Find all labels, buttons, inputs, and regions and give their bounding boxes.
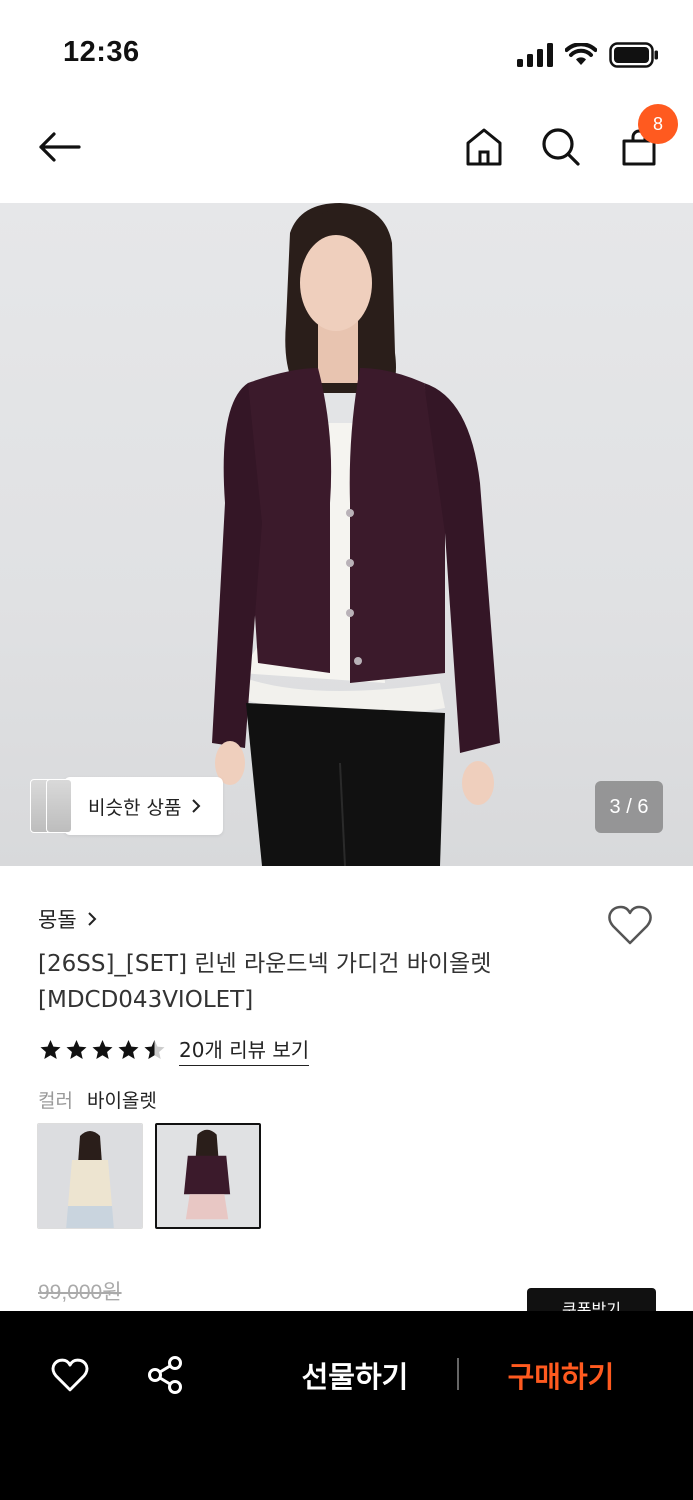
- similar-products-pill: 비슷한 상품: [64, 777, 224, 835]
- brand-link[interactable]: 몽돌: [38, 904, 97, 934]
- heart-icon: [608, 905, 652, 945]
- chevron-right-icon: [87, 912, 97, 926]
- status-icons: [517, 40, 659, 70]
- share-button[interactable]: [143, 1353, 187, 1397]
- star-icon: [92, 1040, 113, 1059]
- star-half-icon: [144, 1040, 165, 1059]
- search-button[interactable]: [536, 122, 586, 172]
- back-arrow-icon: [39, 132, 81, 162]
- model-photo: [212, 203, 500, 866]
- similar-products-label: 비슷한 상품: [88, 796, 182, 819]
- color-swatches: [37, 1123, 261, 1229]
- buy-button[interactable]: 구매하기: [486, 1347, 636, 1403]
- similar-products-button[interactable]: 비슷한 상품: [30, 777, 224, 835]
- bottom-wishlist-button[interactable]: [48, 1353, 92, 1397]
- product-image-carousel[interactable]: [0, 203, 693, 866]
- gift-button[interactable]: 선물하기: [280, 1347, 430, 1403]
- wishlist-button[interactable]: [606, 902, 654, 950]
- star-icon: [66, 1040, 87, 1059]
- status-bar: 12:36: [0, 0, 693, 100]
- back-button[interactable]: [34, 122, 84, 172]
- rating-row: 20개 리뷰 보기: [38, 1034, 310, 1066]
- color-swatch-violet[interactable]: [155, 1123, 261, 1229]
- similar-thumbnail: [46, 779, 72, 833]
- image-page-indicator: 3 / 6: [595, 781, 663, 833]
- cart-count-badge: 8: [638, 104, 678, 144]
- color-swatch-ivory[interactable]: [37, 1123, 143, 1229]
- share-icon: [148, 1356, 182, 1394]
- search-icon: [542, 128, 580, 166]
- rating-stars: [38, 1038, 167, 1062]
- bottom-bar-divider: [457, 1358, 459, 1390]
- bottom-action-bar: 선물하기 구매하기: [0, 1311, 693, 1500]
- product-title: [26SS]_[SET] 린넨 라운드넥 가디건 바이올렛 [MDCD043VI…: [38, 946, 598, 1018]
- product-title-line1: [26SS]_[SET] 린넨 라운드넥 가디건 바이올렛: [38, 951, 492, 977]
- home-icon: [466, 128, 502, 166]
- star-icon: [40, 1040, 61, 1059]
- top-nav: [0, 100, 693, 203]
- status-time: 12:36: [63, 36, 140, 68]
- battery-icon: [609, 42, 658, 68]
- color-row: 컬러 바이올렛: [38, 1086, 157, 1113]
- swatch-thumbnail: [157, 1125, 259, 1227]
- color-value: 바이올렛: [86, 1090, 157, 1112]
- heart-icon: [51, 1358, 89, 1392]
- similar-thumbnails: [30, 777, 72, 835]
- wifi-icon: [565, 43, 597, 65]
- home-button[interactable]: [459, 122, 509, 172]
- swatch-thumbnail: [38, 1124, 142, 1228]
- product-title-line2: [MDCD043VIOLET]: [38, 987, 254, 1013]
- review-link[interactable]: 20개 리뷰 보기: [179, 1034, 310, 1066]
- brand-name: 몽돌: [38, 908, 77, 932]
- star-icon: [118, 1040, 139, 1059]
- chevron-right-icon: [192, 799, 201, 813]
- cellular-signal-icon: [517, 43, 553, 67]
- original-price: 99,000원: [38, 1281, 122, 1304]
- color-label: 컬러: [38, 1090, 73, 1112]
